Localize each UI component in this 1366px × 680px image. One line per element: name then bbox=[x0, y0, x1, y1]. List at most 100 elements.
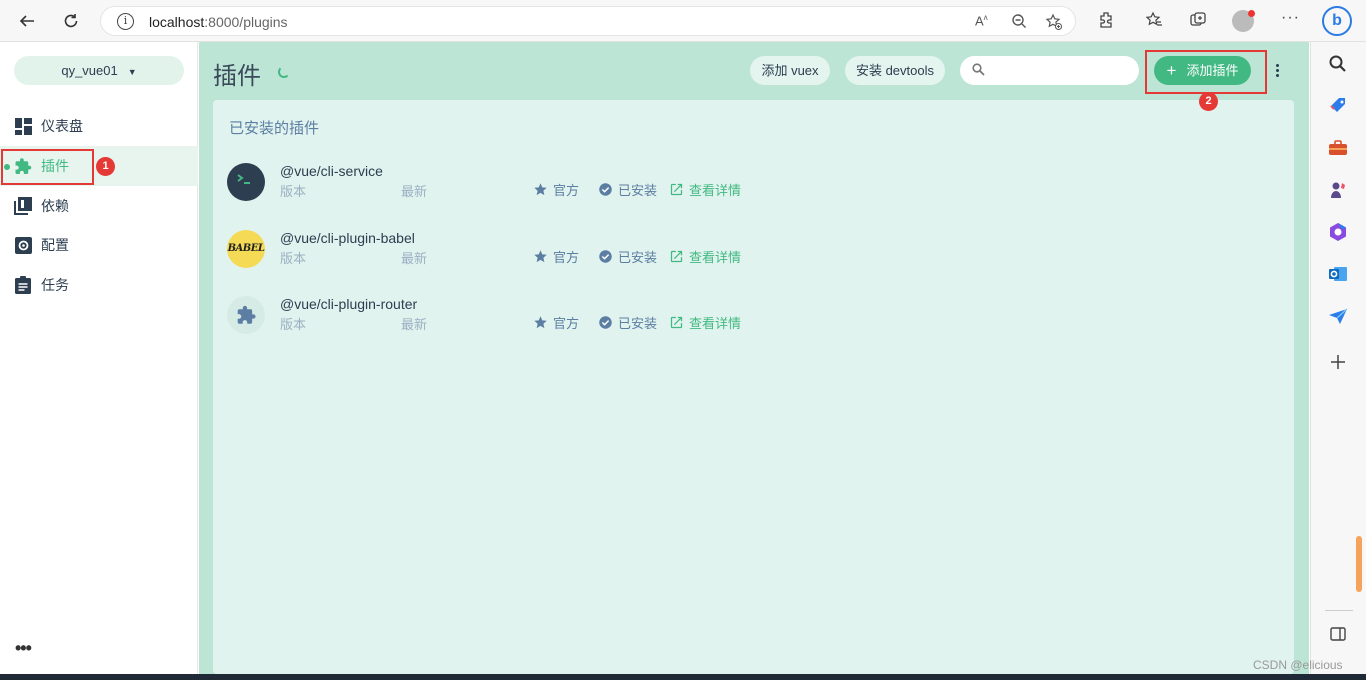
favorite-add-icon[interactable] bbox=[1045, 13, 1063, 34]
open-in-new-icon bbox=[669, 315, 684, 330]
taskbar bbox=[0, 674, 1366, 680]
add-icon[interactable] bbox=[1328, 352, 1348, 372]
installed-label: 已安装 bbox=[618, 316, 658, 331]
browser-menu-icon[interactable]: ··· bbox=[1281, 9, 1300, 27]
install-devtools-button[interactable]: 安装 devtools bbox=[845, 56, 945, 85]
browser-toolbar: i localhost:8000/plugins Aʌ ··· b bbox=[0, 0, 1366, 42]
sidebar-item-label: 仪表盘 bbox=[41, 118, 83, 134]
plugin-version-label: 版本 bbox=[280, 184, 307, 199]
official-label: 官方 bbox=[553, 183, 580, 198]
shopping-tag-icon[interactable] bbox=[1328, 96, 1348, 116]
plugin-name: @vue/cli-service bbox=[280, 163, 383, 179]
check-circle-icon bbox=[598, 315, 613, 330]
plugin-latest-label: 最新 bbox=[401, 251, 428, 266]
back-icon[interactable] bbox=[14, 8, 40, 34]
view-details-label: 查看详情 bbox=[689, 250, 742, 265]
plugin-version-label: 版本 bbox=[280, 251, 307, 266]
plugin-name: @vue/cli-plugin-router bbox=[280, 296, 418, 312]
star-icon bbox=[533, 182, 548, 197]
check-circle-icon bbox=[598, 182, 613, 197]
sidebar-item-label: 配置 bbox=[41, 237, 69, 253]
more-options-icon[interactable]: ••• bbox=[15, 638, 32, 659]
sidebar-item-label: 依赖 bbox=[41, 198, 69, 214]
star-icon bbox=[533, 249, 548, 264]
url-host: localhost bbox=[149, 14, 205, 30]
annotation-badge-2: 2 bbox=[1199, 92, 1218, 111]
plugin-latest-label: 最新 bbox=[401, 317, 428, 332]
annotation-badge-1: 1 bbox=[96, 157, 115, 176]
profile-notification-dot bbox=[1248, 10, 1255, 17]
bing-icon[interactable]: b bbox=[1322, 6, 1352, 36]
office-icon[interactable] bbox=[1328, 222, 1348, 242]
sidebar-item-dashboard[interactable]: 仪表盘 bbox=[0, 106, 198, 146]
search-icon bbox=[972, 63, 985, 81]
view-details-label: 查看详情 bbox=[689, 316, 742, 331]
url-text: localhost:8000/plugins bbox=[149, 14, 288, 30]
installed-label: 已安装 bbox=[618, 250, 658, 265]
watermark: CSDN @elicious bbox=[1253, 658, 1343, 672]
refresh-icon[interactable] bbox=[58, 8, 84, 34]
plugin-item[interactable]: @vue/cli-plugin-router 版本 最新 官方 已安装 查看详情 bbox=[227, 296, 1287, 346]
scrollbar-thumb[interactable] bbox=[1356, 536, 1362, 592]
sidebar: qy_vue01 ▼ 仪表盘 插件 依赖 配置 任务 ••• bbox=[0, 42, 198, 674]
loading-spinner bbox=[278, 66, 290, 78]
outlook-icon[interactable] bbox=[1328, 264, 1348, 284]
search-icon[interactable] bbox=[1328, 54, 1348, 74]
caret-down-icon: ▼ bbox=[127, 67, 137, 77]
add-vuex-button[interactable]: 添加 vuex bbox=[750, 56, 830, 85]
open-in-new-icon bbox=[669, 182, 684, 197]
installed-badge: 已安装 bbox=[598, 180, 657, 199]
annotation-box-1 bbox=[1, 149, 94, 185]
url-path: :8000/plugins bbox=[204, 14, 288, 30]
sidebar-item-dependencies[interactable]: 依赖 bbox=[0, 186, 198, 226]
installed-label: 已安装 bbox=[618, 183, 658, 198]
official-badge: 官方 bbox=[533, 247, 579, 266]
puzzle-logo bbox=[227, 296, 265, 334]
library-books-icon bbox=[14, 197, 32, 215]
zoom-out-icon[interactable] bbox=[1011, 13, 1027, 32]
favorites-icon[interactable] bbox=[1145, 11, 1163, 34]
view-details-label: 查看详情 bbox=[689, 183, 742, 198]
read-aloud-icon[interactable]: Aʌ bbox=[975, 13, 988, 28]
address-bar[interactable]: i localhost:8000/plugins Aʌ bbox=[100, 6, 1076, 36]
panel-title: 已安装的插件 bbox=[229, 120, 320, 137]
sidebar-item-label: 任务 bbox=[41, 277, 69, 293]
more-vert-icon[interactable] bbox=[1276, 64, 1280, 79]
plugin-latest-label: 最新 bbox=[401, 184, 428, 199]
extensions-icon[interactable] bbox=[1097, 11, 1115, 34]
official-label: 官方 bbox=[553, 250, 580, 265]
plugin-item[interactable]: @vue/cli-service 版本 最新 官方 已安装 查看详情 bbox=[227, 163, 1287, 213]
sidebar-item-tasks[interactable]: 任务 bbox=[0, 265, 198, 305]
official-badge: 官方 bbox=[533, 180, 579, 199]
terminal-logo bbox=[227, 163, 265, 201]
project-selector[interactable]: qy_vue01 ▼ bbox=[14, 56, 184, 85]
view-details-link[interactable]: 查看详情 bbox=[669, 247, 741, 266]
installed-badge: 已安装 bbox=[598, 247, 657, 266]
main-content: 插件 添加 vuex 安装 devtools + 添加插件 已安装的插件 @vue… bbox=[199, 42, 1309, 674]
plugin-item[interactable]: BABEL @vue/cli-plugin-babel 版本 最新 官方 已安装… bbox=[227, 230, 1287, 280]
open-in-new-icon bbox=[669, 249, 684, 264]
annotation-box-2 bbox=[1145, 50, 1267, 94]
divider bbox=[1325, 610, 1353, 611]
babel-logo: BABEL bbox=[227, 230, 265, 268]
tools-icon[interactable] bbox=[1328, 138, 1348, 158]
view-details-link[interactable]: 查看详情 bbox=[669, 180, 741, 199]
installed-plugins-panel: 已安装的插件 @vue/cli-service 版本 最新 官方 已安装 查看详… bbox=[213, 100, 1294, 674]
check-circle-icon bbox=[598, 249, 613, 264]
collections-icon[interactable] bbox=[1189, 11, 1207, 34]
settings-icon bbox=[14, 236, 32, 254]
sidebar-toggle-icon[interactable] bbox=[1328, 624, 1348, 644]
official-label: 官方 bbox=[553, 316, 580, 331]
project-name: qy_vue01 bbox=[61, 63, 118, 78]
info-icon[interactable]: i bbox=[117, 13, 134, 30]
games-icon[interactable] bbox=[1328, 180, 1348, 200]
search-input[interactable] bbox=[960, 56, 1139, 85]
sidebar-item-config[interactable]: 配置 bbox=[0, 225, 198, 265]
assignment-icon bbox=[14, 276, 32, 294]
send-icon[interactable] bbox=[1328, 306, 1348, 326]
view-details-link[interactable]: 查看详情 bbox=[669, 313, 741, 332]
page-title: 插件 bbox=[213, 63, 261, 90]
star-icon bbox=[533, 315, 548, 330]
official-badge: 官方 bbox=[533, 313, 579, 332]
plugin-name: @vue/cli-plugin-babel bbox=[280, 230, 415, 246]
